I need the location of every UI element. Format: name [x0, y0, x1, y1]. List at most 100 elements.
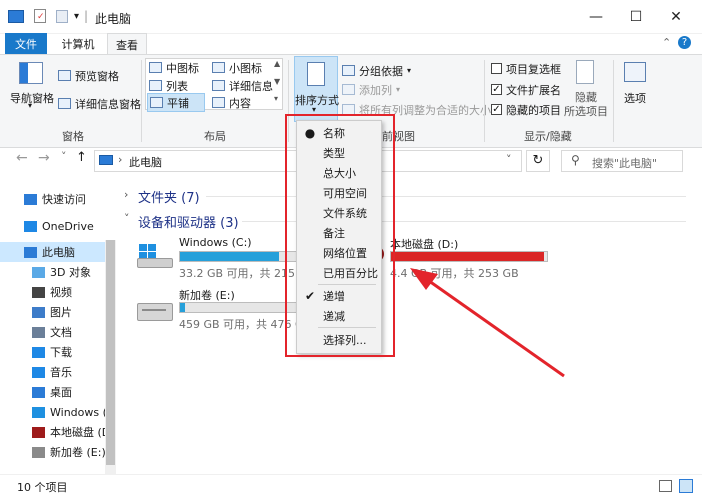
close-button[interactable]: ✕	[653, 0, 699, 33]
sidebar-item-4[interactable]: 3D 对象	[0, 262, 105, 282]
layout-medium-icons[interactable]: 中图标	[149, 59, 199, 76]
drive-d-name: 本地磁盘 (D:)	[390, 238, 459, 251]
sidebar-item-6[interactable]: 图片	[0, 302, 105, 322]
group-by-button[interactable]: 分组依据 ▾	[342, 62, 411, 79]
tab-computer[interactable]: 计算机	[55, 33, 101, 54]
layout-tiles-label: 平铺	[167, 96, 189, 110]
sidebar-item-label: Windows (C	[50, 405, 105, 419]
ribbon-collapse-icon[interactable]: ⌃	[662, 36, 671, 49]
layout-details[interactable]: 详细信息	[212, 77, 273, 94]
sidebar-item-8[interactable]: 下载	[0, 342, 105, 362]
address-path[interactable]: 此电脑	[129, 154, 162, 170]
hidden-items-checkbox[interactable]: ✓	[491, 104, 502, 115]
search-input[interactable]: 搜索"此电脑"	[592, 155, 657, 171]
sidebar-item-label: 新加卷 (E:)	[50, 446, 105, 459]
video-icon	[32, 286, 45, 298]
sidebar-item-9[interactable]: 音乐	[0, 362, 105, 382]
sidebar-item-12[interactable]: 本地磁盘 (D	[0, 422, 105, 442]
add-column-button[interactable]: 添加列 ▾	[342, 81, 400, 98]
group-by-icon	[342, 65, 355, 76]
properties-icon[interactable]: ✓	[34, 9, 46, 23]
new-folder-icon[interactable]	[56, 10, 68, 23]
item-checkboxes-toggle[interactable]: 项目复选框	[491, 60, 561, 77]
sidebar-item-label: 桌面	[50, 386, 72, 399]
download-icon	[32, 346, 45, 358]
drive-c-name: Windows (C:)	[179, 236, 252, 249]
nav-pane-scrollbar[interactable]	[105, 240, 116, 474]
folders-section-chevron-icon[interactable]: ›	[124, 188, 128, 201]
tab-file[interactable]: 文件	[5, 33, 47, 54]
folders-section-rule	[206, 196, 686, 197]
computer-icon	[99, 155, 113, 165]
hide-selected-items-button[interactable]: 隐藏 所选项目	[562, 58, 610, 120]
layout-tiles[interactable]: 平铺	[147, 93, 205, 112]
annotation-arrow	[410, 268, 565, 378]
refresh-button[interactable]: ↻	[526, 150, 550, 172]
drive-c-usage-bar	[179, 251, 297, 262]
cube-icon	[32, 266, 45, 278]
status-bar	[0, 474, 702, 501]
sidebar-item-13[interactable]: 新加卷 (E:)	[0, 442, 105, 462]
address-dropdown-icon[interactable]: ˅	[506, 153, 512, 166]
layout-small-icons[interactable]: 小图标	[212, 59, 262, 76]
cloud-icon	[24, 220, 37, 232]
nav-pane-scroll-thumb[interactable]	[106, 240, 115, 465]
add-column-label: 添加列	[359, 83, 392, 97]
layout-expand-icon[interactable]: ▾	[274, 94, 278, 103]
drive-c-info: 33.2 GB 可用，共 215	[179, 267, 296, 280]
sort-by-button[interactable]: 排序方式 ▾	[294, 56, 339, 122]
picture-icon	[32, 306, 45, 318]
up-button[interactable]: ↑	[76, 150, 87, 174]
help-icon[interactable]: ?	[678, 36, 691, 49]
sidebar-item-10[interactable]: 桌面	[0, 382, 105, 402]
layout-scroll-up-icon[interactable]: ▲	[274, 59, 280, 68]
document-icon	[32, 326, 45, 338]
pane-group-label: 窗格	[62, 130, 84, 143]
customize-toolbar-icon[interactable]: ▾	[74, 11, 79, 22]
file-extensions-toggle[interactable]: ✓ 文件扩展名	[491, 81, 561, 98]
drives-section-chevron-icon[interactable]: ˅	[124, 212, 130, 225]
content-icon	[212, 97, 225, 108]
sidebar-item-label: 下载	[50, 346, 72, 359]
sidebar-item-5[interactable]: 视频	[0, 282, 105, 302]
layout-scroll-down-icon[interactable]: ▼	[274, 77, 280, 86]
drive-e-usage-bar	[179, 302, 297, 313]
hidden-items-toggle[interactable]: ✓ 隐藏的项目	[491, 101, 561, 118]
options-button[interactable]: 选项	[618, 58, 652, 108]
sidebar-item-label: 此电脑	[42, 246, 75, 259]
nav-pane-chevron-icon: ▾	[28, 101, 33, 110]
preview-pane-button[interactable]: 预览窗格	[58, 67, 119, 84]
item-checkboxes-checkbox[interactable]	[491, 63, 502, 74]
refresh-icon: ↻	[532, 153, 544, 168]
layout-list[interactable]: 列表	[149, 77, 188, 94]
details-pane-button[interactable]: 详细信息窗格	[58, 95, 141, 112]
sidebar-item-1[interactable]: 快速访问	[0, 189, 105, 209]
large-icons-view-icon[interactable]	[679, 479, 693, 493]
sidebar-item-7[interactable]: 文档	[0, 322, 105, 342]
sort-by-icon	[307, 62, 325, 86]
navigation-pane-icon[interactable]	[19, 62, 43, 84]
sidebar-item-label: 文档	[50, 326, 72, 339]
sidebar-item-label: 3D 对象	[50, 266, 91, 279]
item-count: 10 个项目	[17, 481, 68, 494]
details-view-icon[interactable]	[659, 480, 672, 492]
sidebar-item-2[interactable]: OneDrive	[0, 216, 105, 236]
recent-locations-button[interactable]: ˅	[61, 150, 67, 174]
disk-icon	[32, 446, 45, 458]
folders-section-header[interactable]: 文件夹 (7)	[138, 187, 200, 206]
window-icon[interactable]	[8, 10, 24, 23]
tab-view[interactable]: 查看	[107, 33, 147, 55]
drive-e-usage-fill	[180, 303, 185, 312]
forward-button[interactable]: →	[38, 150, 50, 174]
file-extensions-checkbox[interactable]: ✓	[491, 84, 502, 95]
back-button[interactable]: ←	[16, 150, 28, 174]
add-column-chevron-icon: ▾	[396, 85, 401, 94]
music-icon	[32, 366, 45, 378]
disk-icon	[137, 303, 173, 321]
layout-content[interactable]: 内容	[212, 94, 251, 111]
drives-section-header[interactable]: 设备和驱动器 (3)	[138, 212, 239, 231]
sidebar-item-label: 快速访问	[42, 193, 86, 206]
sidebar-item-11[interactable]: Windows (C	[0, 402, 105, 422]
hide-selected-icon	[576, 60, 594, 84]
sidebar-item-3[interactable]: 此电脑	[0, 242, 105, 262]
